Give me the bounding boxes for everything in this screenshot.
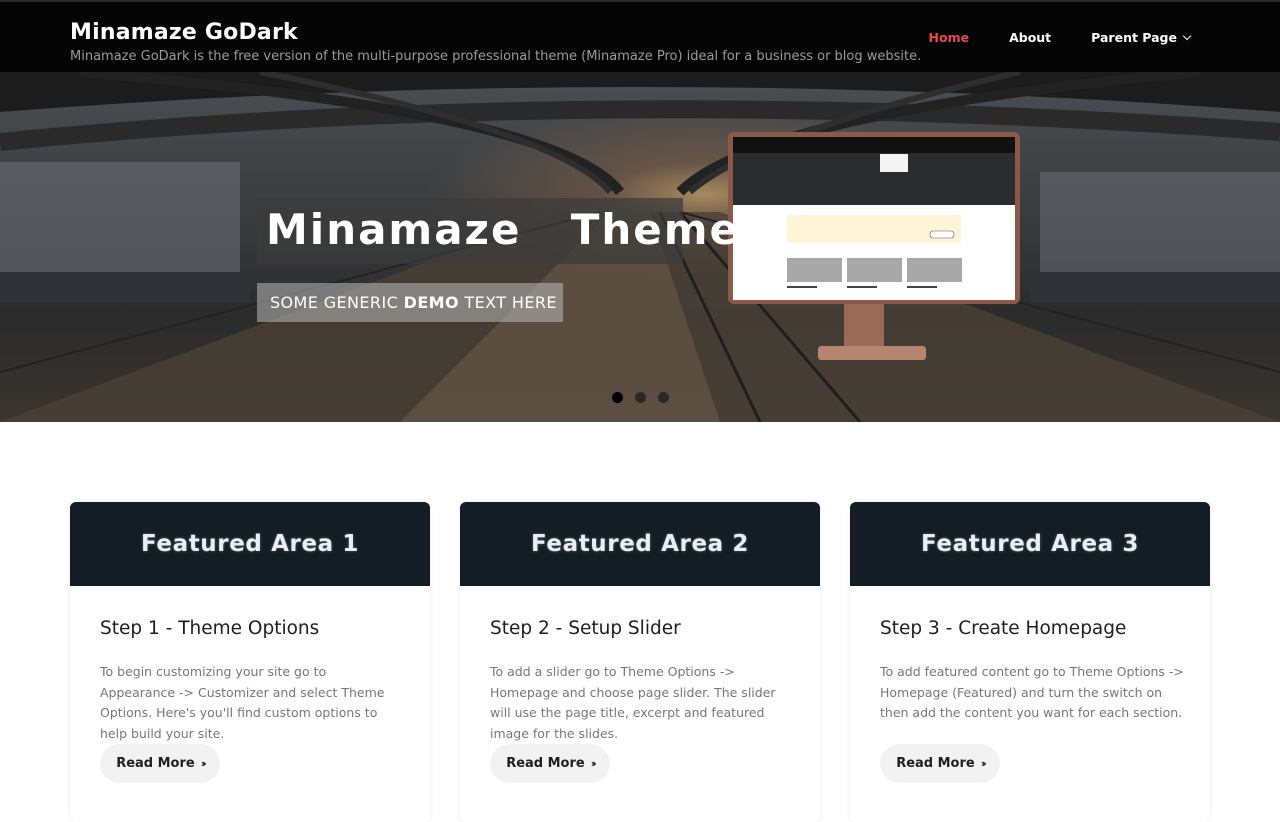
hero-slider[interactable]: Minamaze Theme SOME GENERIC DEMO TEXT HE… (0, 72, 1280, 422)
double-chevron-right-icon: ›› (200, 757, 207, 770)
featured-card-header: Featured Area 3 (850, 502, 1210, 586)
slider-dot[interactable] (612, 392, 623, 403)
site-description: Minamaze GoDark is the free version of t… (70, 49, 922, 64)
chevron-down-icon (1182, 31, 1192, 40)
featured-card: Featured Area 3 Step 3 - Create Homepage… (850, 502, 1210, 822)
nav-item-label: About (1009, 30, 1052, 45)
nav-item-home[interactable]: Home (929, 30, 970, 45)
slider-dot[interactable] (635, 392, 646, 403)
read-more-label: Read More (896, 756, 975, 771)
read-more-button[interactable]: Read More ›› (490, 744, 610, 783)
slide-subtitle: SOME GENERIC DEMO TEXT HERE (270, 293, 557, 312)
featured-card-header: Featured Area 2 (460, 502, 820, 586)
featured-card: Featured Area 2 Step 2 - Setup Slider To… (460, 502, 820, 822)
slider-pagination (612, 392, 669, 403)
featured-card: Featured Area 1 Step 1 - Theme Options T… (70, 502, 430, 822)
double-chevron-right-icon: ›› (980, 757, 987, 770)
read-more-button[interactable]: Read More ›› (100, 744, 220, 783)
nav-item-label: Parent Page (1091, 30, 1177, 45)
featured-card-title[interactable]: Step 2 - Setup Slider (490, 618, 681, 639)
slide-subtitle-emphasis: DEMO (403, 293, 459, 312)
featured-card-text: To begin customizing your site go to App… (100, 664, 385, 741)
read-more-button[interactable]: Read More ›› (880, 744, 1000, 783)
site-header: Minamaze GoDark Minamaze GoDark is the f… (0, 0, 1280, 72)
slide-subtitle-text: SOME GENERIC (270, 293, 404, 312)
double-chevron-right-icon: ›› (590, 757, 597, 770)
featured-card-title[interactable]: Step 3 - Create Homepage (880, 618, 1126, 639)
read-more-label: Read More (506, 756, 585, 771)
slide-title: Minamaze Theme (266, 205, 740, 254)
featured-card-header-text: Featured Area 1 (141, 531, 359, 557)
main-nav: Home About Parent Page (889, 30, 1192, 45)
slide-subtitle-text: TEXT HERE (458, 293, 557, 312)
featured-card-text: To add featured content go to Theme Opti… (880, 664, 1184, 720)
featured-card-text: To add a slider go to Theme Options -> H… (490, 664, 776, 741)
featured-card-header-text: Featured Area 2 (531, 531, 749, 557)
nav-item-label: Home (928, 30, 970, 45)
read-more-label: Read More (116, 756, 195, 771)
featured-card-title[interactable]: Step 1 - Theme Options (100, 618, 319, 639)
featured-card-header: Featured Area 1 (70, 502, 430, 586)
featured-card-header-text: Featured Area 3 (921, 531, 1139, 557)
nav-item-about[interactable]: About (1009, 30, 1051, 45)
site-title[interactable]: Minamaze GoDark (70, 20, 298, 45)
nav-item-parent-page[interactable]: Parent Page (1091, 30, 1192, 45)
slider-dot[interactable] (658, 392, 669, 403)
